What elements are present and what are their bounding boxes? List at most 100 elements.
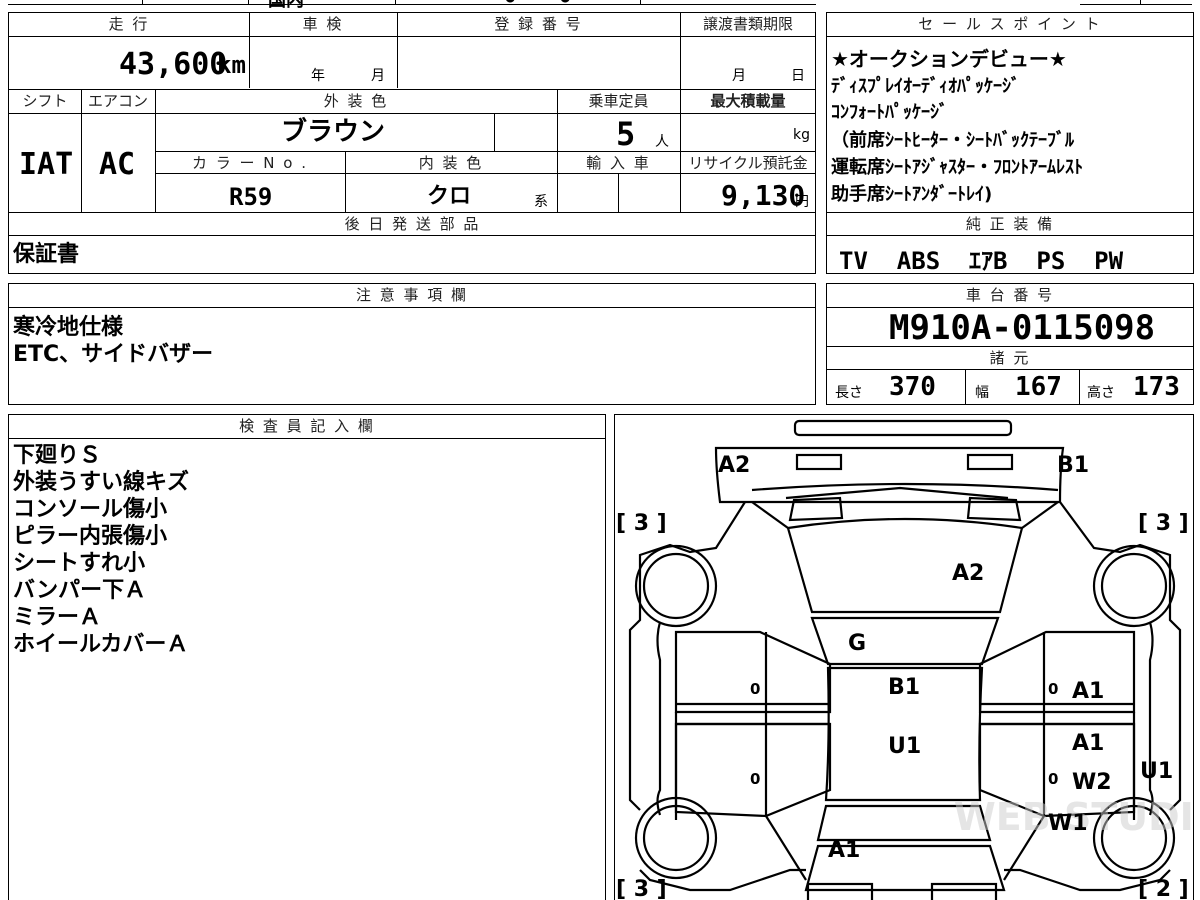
top-strip-divider (1140, 0, 1141, 5)
genuine-equipment-header: 純 正 装 備 (965, 215, 1055, 233)
inspector-line: ピラー内張傷小 (13, 524, 168, 549)
sales-point-line: （前席ｼｰﾄﾋｰﾀｰ・ｼｰﾄﾊﾞｯｸﾃｰﾌﾞﾙ (831, 130, 1074, 151)
color-no-value: R59 (229, 183, 273, 211)
height-label: 高さ (1087, 385, 1115, 401)
capacity-unit: 人 (655, 134, 669, 150)
sales-points-box: セ ー ル ス ポ イ ン ト ★オークションデビュー★ ﾃﾞｨｽﾌﾟﾚｲｵｰﾃ… (826, 12, 1194, 275)
front-right-wheel-shape (1092, 544, 1176, 628)
width-value: 167 (1015, 372, 1062, 402)
chassis-number: M910A-0115098 (889, 308, 1156, 348)
genuine-equipment-value: TV ABS ｴｱB PS PW (839, 247, 1124, 275)
chassis-box: 車 台 番 号 M910A-0115098 諸 元 長さ 370 幅 167 高… (826, 283, 1194, 405)
mark-right-rear-door-zero: 0 (1048, 770, 1058, 788)
tire-rear-left-label: [ 3 ] (616, 877, 667, 900)
shift-header: シフト (22, 92, 68, 110)
top-strip-line (1080, 4, 1192, 5)
length-value: 370 (889, 372, 936, 402)
right-front-door-shape (978, 630, 1136, 714)
car-diagram-box: WEB STUDIO [ 3 ] [ 3 ] [ 3 ] [ 2 ] A2 B1… (614, 414, 1194, 900)
notes-line: ETC、サイドバザー (13, 342, 214, 367)
inspector-line: バンパー下Ａ (13, 578, 147, 603)
interior-color-header: 内 装 色 (418, 154, 484, 172)
max-load-unit: kg (793, 127, 810, 143)
mark-trunk: A1 (828, 838, 860, 863)
transfer-month-label: 月 (732, 68, 746, 84)
chassis-header: 車 台 番 号 (965, 286, 1055, 304)
mark-roof-front: B1 (888, 675, 920, 700)
mark-windshield: G (848, 631, 866, 656)
top-strip-line (8, 4, 816, 5)
tire-front-left-label: [ 3 ] (616, 511, 667, 536)
inspector-line: シートすれ小 (13, 551, 146, 576)
inspector-line: コンソール傷小 (13, 497, 168, 522)
inspection-year-label: 年 (311, 68, 325, 84)
sales-point-line: ｺﾝﾌｫｰﾄﾊﾟｯｹｰｼﾞ (831, 102, 948, 123)
vehicle-info-table: 走 行 車 検 登 録 番 号 譲渡書類期限 43,600 km 年 月 月 日… (8, 12, 816, 274)
recycle-fee-header: リサイクル預託金 (688, 154, 808, 172)
sales-points-header: セ ー ル ス ポ イ ン ト (918, 15, 1102, 33)
exterior-color-value: ブラウン (281, 117, 386, 147)
top-strip-divider (395, 0, 396, 5)
shift-value: IAT (19, 147, 74, 182)
recycle-fee-unit: 円 (795, 194, 809, 210)
inspector-line: ミラーＡ (13, 605, 102, 630)
interior-color-value: クロ (427, 184, 472, 209)
sales-point-line: 助手席ｼｰﾄｱﾝﾀﾞｰﾄﾚｲ) (831, 184, 993, 205)
mark-front-left: A2 (718, 453, 750, 478)
mark-left-rear-door-zero: 0 (750, 770, 760, 788)
mark-right-front-door: A1 (1072, 679, 1104, 704)
max-load-header: 最大積載量 (710, 92, 786, 110)
windshield-shape (810, 616, 1000, 666)
length-label: 長さ (835, 385, 863, 401)
mark-hood: A2 (952, 561, 984, 586)
aircon-value: AC (99, 147, 136, 182)
inspection-header: 車 検 (302, 15, 344, 33)
tire-front-right-label: [ 3 ] (1138, 511, 1189, 536)
top-strip-divider (142, 0, 143, 5)
top-strip-divider (248, 0, 249, 5)
later-parts-header: 後 日 発 送 部 品 (344, 215, 481, 233)
recycle-fee-value: 9,130 (721, 179, 806, 212)
front-bumper-shape (793, 419, 1013, 437)
capacity-header: 乗車定員 (588, 92, 649, 110)
front-left-lamp-shape (795, 453, 843, 471)
mileage-header: 走 行 (108, 15, 150, 33)
notes-header: 注 意 事 項 欄 (355, 286, 469, 304)
front-left-wheel-shape (634, 544, 718, 628)
tire-rear-right-label: [ 2 ] (1138, 877, 1189, 900)
inspector-line: ホイールカバーＡ (13, 632, 189, 657)
mark-right-quarter: W1 (1048, 811, 1088, 836)
registration-header: 登 録 番 号 (494, 15, 583, 33)
width-label: 幅 (975, 385, 989, 401)
inspector-header: 検 査 員 記 入 欄 (239, 417, 375, 435)
mark-right-front-door-zero: 0 (1048, 680, 1058, 698)
inspector-box: 検 査 員 記 入 欄 下廻りＳ 外装うすい線キズ コンソール傷小 ピラー内張傷… (8, 414, 606, 900)
left-front-door-shape (674, 630, 832, 714)
rear-lamp-right-shape (930, 882, 998, 900)
mark-right-rear-door-2: W2 (1072, 770, 1112, 795)
mark-left-front-door-zero: 0 (750, 680, 760, 698)
inspection-month-label: 月 (371, 68, 385, 84)
sales-point-line: ﾃﾞｨｽﾌﾟﾚｲｵｰﾃﾞｨｵﾊﾟｯｹｰｼﾞ (831, 76, 1020, 97)
inspector-line: 外装うすい線キズ (13, 470, 190, 495)
top-strip-fragment: ● (505, 0, 515, 4)
aircon-header: エアコン (87, 92, 148, 110)
specs-header: 諸 元 (989, 349, 1031, 367)
rear-lamp-left-shape (806, 882, 874, 900)
mark-right-rear-door: A1 (1072, 731, 1104, 756)
mileage-unit: km (217, 51, 246, 79)
mark-front-right: B1 (1057, 453, 1089, 478)
car-diagram: WEB STUDIO [ 3 ] [ 3 ] [ 3 ] [ 2 ] A2 B1… (616, 419, 1194, 900)
exterior-color-header: 外 装 色 (323, 92, 389, 110)
interior-color-suffix: 系 (534, 194, 548, 210)
grille-inner-shape (785, 486, 1009, 500)
import-header: 輸 入 車 (586, 154, 651, 172)
transfer-deadline-header: 譲渡書類期限 (702, 15, 793, 33)
mark-roof-rear: U1 (888, 734, 921, 759)
sales-point-line: ★オークションデビュー★ (831, 47, 1067, 71)
mileage-value: 43,600 (119, 47, 228, 82)
top-strip-divider (640, 0, 641, 5)
top-strip-fragment: 国内 (268, 0, 304, 11)
front-right-lamp-shape (966, 453, 1014, 471)
mark-right-fender: U1 (1140, 759, 1173, 784)
